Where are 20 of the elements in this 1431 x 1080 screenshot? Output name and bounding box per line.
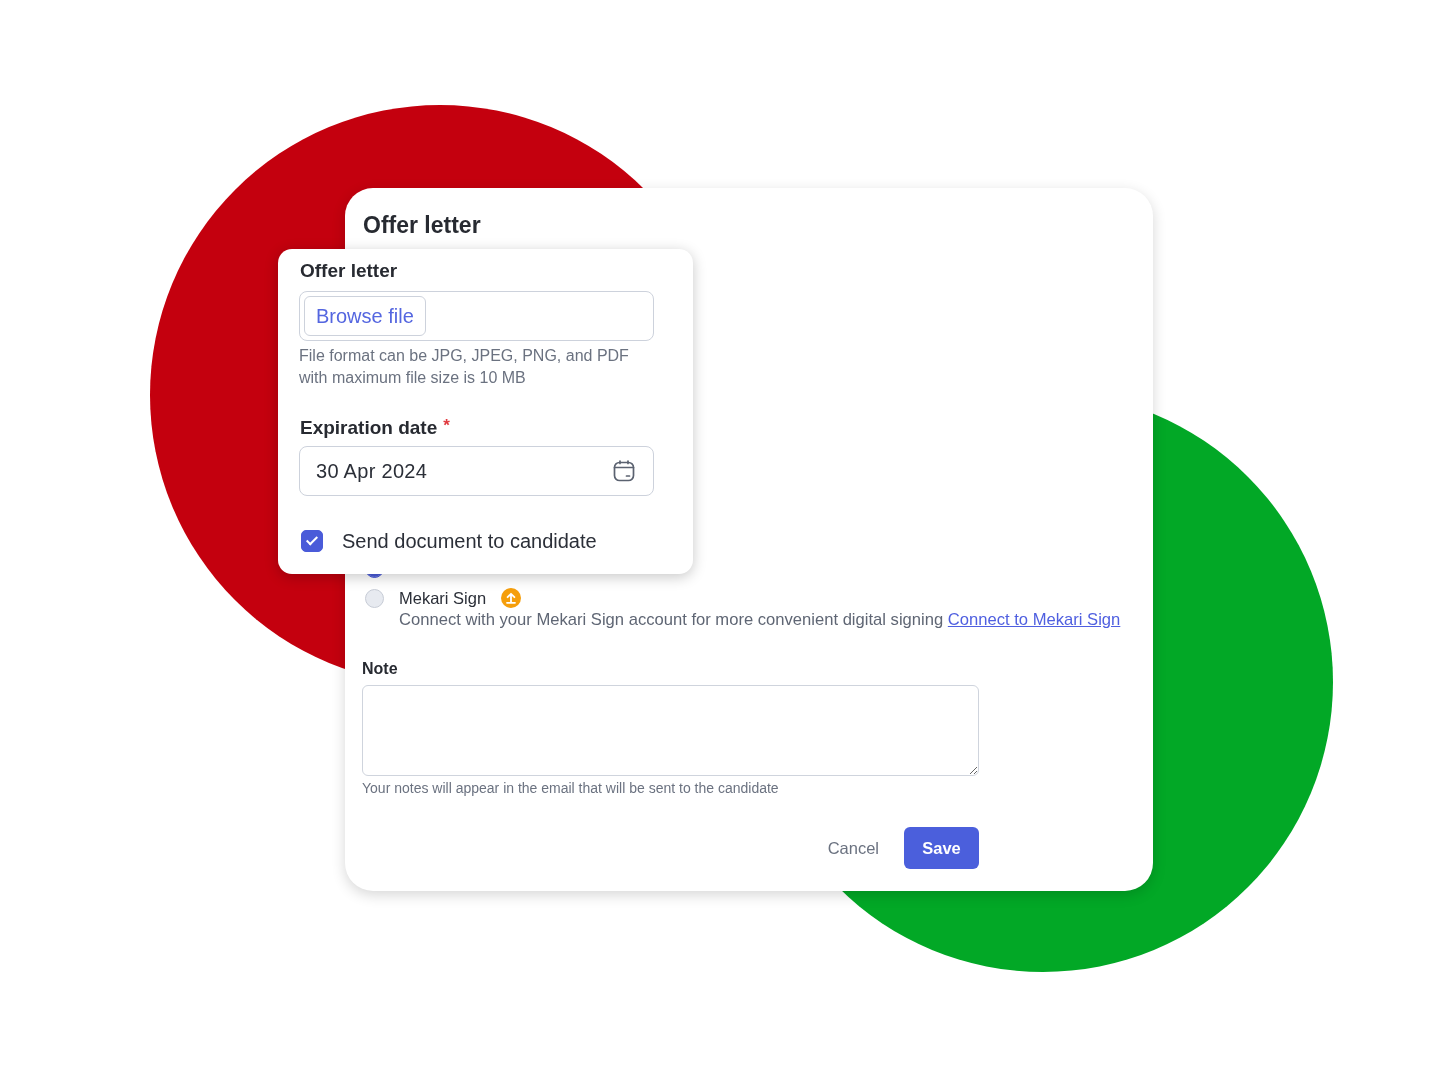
calendar-icon[interactable] xyxy=(613,460,635,482)
field-label: Expiration date xyxy=(299,417,438,439)
option-description: Connect with your Mekari Sign account for more convenient digital signing Connect to Mekari Sign xyxy=(399,609,1121,631)
browse-file-button[interactable]: Browse file xyxy=(304,296,426,336)
file-upload-field[interactable]: Browse file xyxy=(299,291,654,341)
checkbox-label[interactable]: Send document to candidate xyxy=(342,530,597,552)
date-field[interactable]: 30 Apr 2024 xyxy=(299,446,654,496)
note-label: Note xyxy=(362,659,398,679)
radio-button[interactable] xyxy=(365,589,384,608)
dialog-title: Offer letter xyxy=(362,211,481,239)
cancel-button[interactable]: Cancel xyxy=(827,837,879,859)
checkbox[interactable] xyxy=(301,530,323,552)
option-label[interactable]: Mekari Sign xyxy=(399,587,487,609)
save-button[interactable]: Save xyxy=(904,827,979,869)
required-mark: * xyxy=(443,417,450,435)
field-label: Offer letter xyxy=(299,260,398,282)
note-help-text: Your notes will appear in the email that will be sent to the candidate xyxy=(362,780,779,796)
field-help-text: File format can be JPG, JPEG, PNG, and PDF with maximum file size is 10 MB xyxy=(299,346,630,388)
note-field[interactable] xyxy=(362,685,979,776)
connect-link[interactable]: Connect to Mekari Sign xyxy=(947,610,1121,629)
